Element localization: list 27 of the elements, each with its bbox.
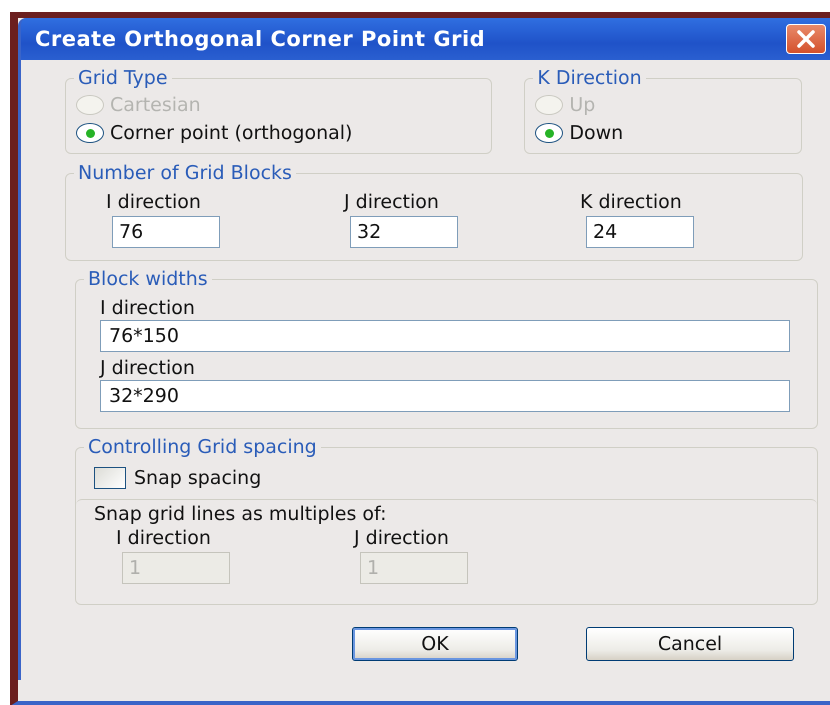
field-label: I direction <box>106 190 202 214</box>
field-label: I direction <box>100 296 196 320</box>
radio-option[interactable]: Corner point (orthogonal) <box>76 119 492 147</box>
radio-label: Down <box>569 122 624 144</box>
dialog-button[interactable]: OK <box>352 627 518 661</box>
field-label: K direction <box>580 190 683 214</box>
radio-label: Corner point (orthogonal) <box>110 122 352 144</box>
radio-option[interactable]: Down <box>535 119 801 147</box>
checkbox[interactable] <box>94 467 126 489</box>
input-field[interactable]: 24 <box>586 216 694 248</box>
panel-label: Snap grid lines as multiples of: <box>94 502 388 526</box>
input-field[interactable]: 76 <box>112 216 220 248</box>
radio-button[interactable] <box>76 123 104 143</box>
radio-label: Cartesian <box>110 94 201 116</box>
radio-label: Up <box>569 94 596 116</box>
field-label: J direction <box>100 356 196 380</box>
field-label: I direction <box>116 526 212 550</box>
input-field[interactable]: 32 <box>350 216 458 248</box>
input-field[interactable]: 32*290 <box>100 380 790 412</box>
close-button[interactable] <box>786 24 826 54</box>
radio-button[interactable] <box>535 123 564 143</box>
window-title: Create Orthogonal Corner Point Grid <box>35 27 486 51</box>
input-field[interactable]: 76*150 <box>100 320 790 352</box>
field-label: J direction <box>354 526 450 550</box>
field-label: J direction <box>344 190 440 214</box>
checkbox-label: Snap spacing <box>134 467 262 489</box>
dialog-button[interactable]: Cancel <box>586 627 794 661</box>
